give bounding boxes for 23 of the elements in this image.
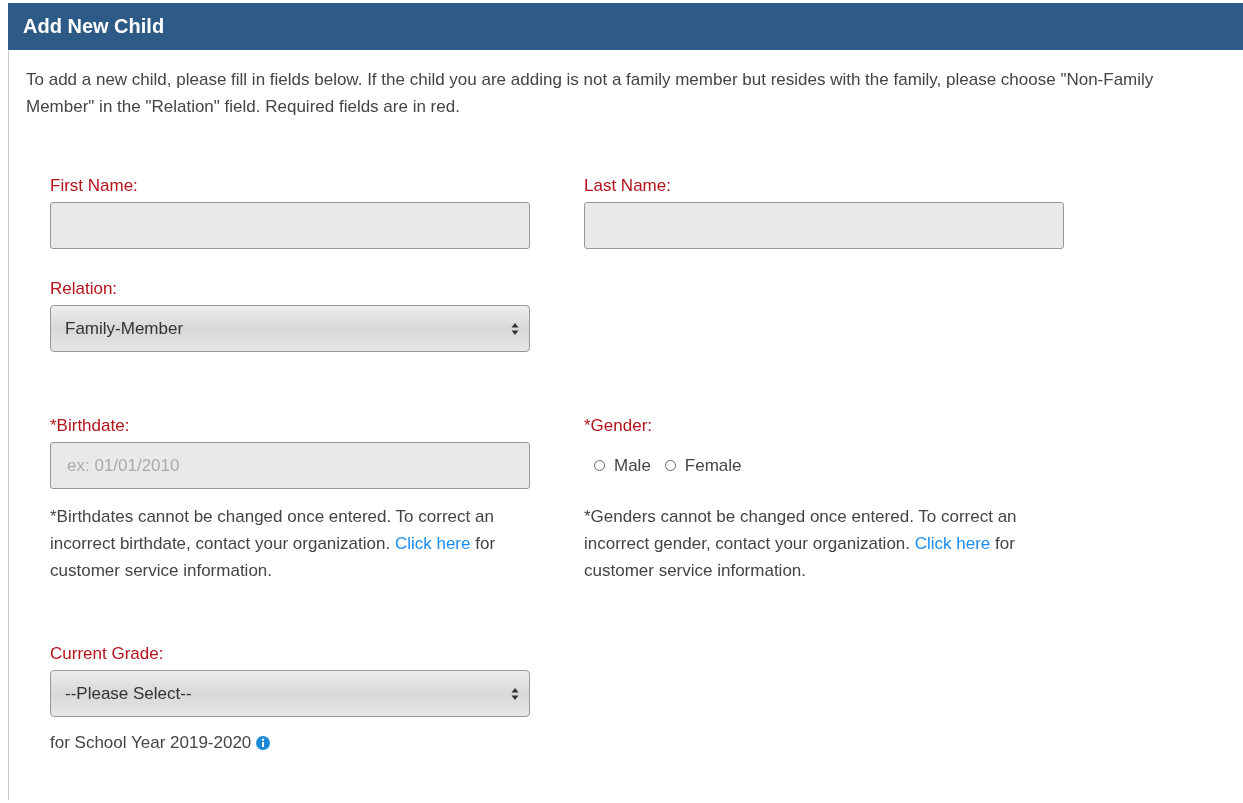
field-label: Current Grade: — [50, 644, 165, 664]
panel-title: Add New Child — [23, 15, 165, 38]
updown-icon — [511, 686, 519, 701]
field-label: *Gender: — [584, 416, 654, 436]
first-name-field[interactable] — [50, 202, 530, 249]
note-text: *Birthdates cannot be changed once entered. To correct an incorrect birthdate, contact your organization. Click here for customer service information. — [50, 506, 497, 582]
customer-service-link[interactable]: Click here — [914, 534, 991, 553]
birthdate-field[interactable]: ex: 01/01/2010 — [50, 442, 530, 489]
note-text: *Genders cannot be changed once entered. To correct an incorrect gender, contact your organization. Click here for customer service information. — [584, 506, 1018, 582]
field-label: Relation: — [50, 279, 119, 299]
grade-select[interactable]: --Please Select-- — [50, 670, 530, 717]
field-label: Last Name: — [584, 176, 672, 196]
customer-service-link[interactable]: Click here — [394, 534, 471, 553]
field-label: First Name: — [50, 176, 139, 196]
gender-radio[interactable]: Male — [594, 455, 651, 476]
info-icon[interactable] — [256, 736, 271, 750]
last-name-field[interactable] — [584, 202, 1064, 249]
relation-select[interactable]: Family-Member — [50, 305, 530, 352]
intro-text: To add a new child, please fill in fields below. If the child you are adding is not a family member but resides with the family, please choose "Non-Family Member" in the "Relation" field. Required fields are in red. — [26, 69, 1155, 118]
gender-radio[interactable]: Female — [664, 455, 742, 476]
field-label: *Birthdate: — [50, 416, 131, 436]
school-year-text: for School Year 2019-2020 — [50, 733, 252, 753]
updown-icon — [511, 321, 519, 336]
